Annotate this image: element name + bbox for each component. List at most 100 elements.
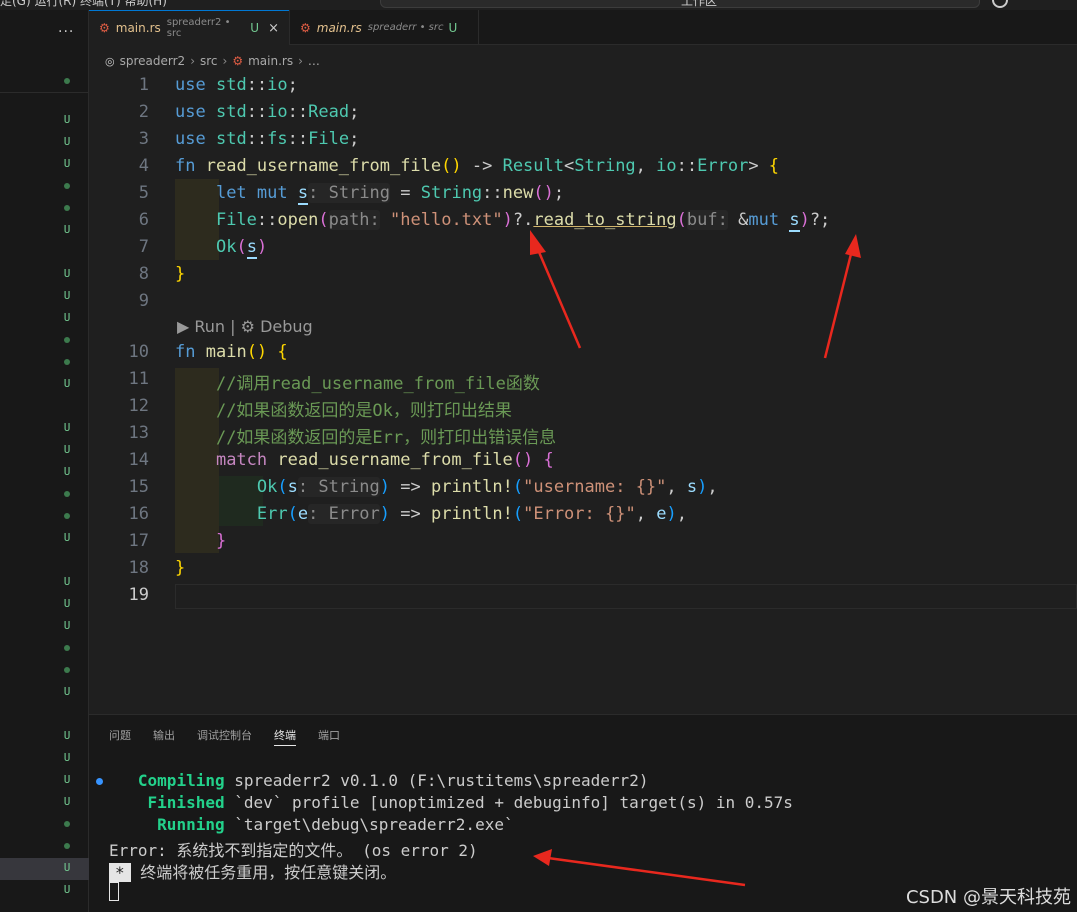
tab-main-rs-spreaderr2[interactable]: ⚙ main.rs spreaderr2 • src U × <box>89 10 289 45</box>
terminal-line-compiling: Compiling spreaderr2 v0.1.0 (F:\rustitem… <box>137 771 649 790</box>
git-status-marker: U <box>63 751 71 764</box>
git-status-marker: U <box>63 597 71 610</box>
git-status-marker: U <box>63 619 71 632</box>
breadcrumb: ◎ spreaderr2 › src › ⚙ main.rs › … <box>105 52 320 70</box>
terminal-line-running: Running `target\debug\spreaderr2.exe` <box>157 815 514 834</box>
comment-12: //如果函数返回的是Ok，则打印出结果 <box>215 401 512 421</box>
tab-debug-console[interactable]: 调试控制台 <box>197 727 252 746</box>
code-line-8: } <box>175 264 186 284</box>
git-status-marker: U <box>63 685 71 698</box>
terminal-line-finished: Finished `dev` profile [unoptimized + de… <box>147 793 793 812</box>
breadcrumb-file[interactable]: main.rs <box>248 54 293 68</box>
code-line-18: } <box>175 558 186 578</box>
line-number: 12 <box>128 396 149 416</box>
line-number: 10 <box>128 342 149 362</box>
breadcrumb-symbol[interactable]: … <box>308 54 320 68</box>
tab-filename: main.rs <box>316 20 362 35</box>
git-status-marker: U <box>63 267 71 280</box>
git-status-marker: U <box>63 289 71 302</box>
code-line-7: Ok(s) <box>215 237 268 259</box>
line-number: 14 <box>128 450 149 470</box>
workspace-title: 工作区 <box>681 0 718 8</box>
git-status-marker: U <box>63 729 71 742</box>
editor-tabs: ⚙ main.rs spreaderr2 • src U × ⚙ main.rs… <box>89 10 1077 45</box>
line-number: 1 <box>138 75 149 95</box>
git-status-marker <box>60 641 74 654</box>
git-status-marker: U <box>63 465 71 478</box>
code-line-1: use std::io; <box>175 75 298 95</box>
tab-problems[interactable]: 问题 <box>109 727 131 746</box>
git-status-marker <box>60 333 74 346</box>
code-editor[interactable]: 1 2 3 4 5 6 7 8 9 10 11 12 13 14 15 16 17 18 19 use std::i… <box>89 72 1077 712</box>
git-status-marker: U <box>63 311 71 324</box>
breadcrumb-separator: › <box>222 54 228 68</box>
rust-icon: ⚙ <box>300 20 311 35</box>
code-line-16: Err(e: Error) => println!("Error: {}", e… <box>256 504 687 524</box>
watermark: CSDN @景天科技苑 <box>905 887 1071 908</box>
git-status-marker <box>60 201 74 214</box>
command-status-dot[interactable] <box>96 778 103 785</box>
tab-output[interactable]: 输出 <box>153 727 175 746</box>
code-line-15: Ok(s: String) => println!("username: {}"… <box>256 477 718 497</box>
codelens-run-debug[interactable]: ▶ Run | ⚙ Debug <box>177 317 313 336</box>
code-line-4: fn read_username_from_file() -> Result<S… <box>175 156 780 176</box>
comment-13: //如果函数返回的是Err，则打印出错误信息 <box>215 428 557 448</box>
tab-main-rs-spreaderr[interactable]: ⚙ main.rs spreaderr • src U <box>289 10 479 45</box>
breadcrumb-separator: › <box>298 54 303 68</box>
git-status-marker: U <box>63 795 71 808</box>
line-number: 5 <box>138 183 149 203</box>
command-center[interactable]: 工作区 <box>380 0 980 8</box>
breadcrumb-folder[interactable]: src <box>200 54 218 68</box>
git-status-marker <box>60 487 74 500</box>
panel-tabs: 问题 输出 调试控制台 终端 端口 <box>109 727 340 746</box>
account-icon[interactable] <box>992 0 1008 8</box>
git-status-marker <box>60 355 74 368</box>
bottom-panel: 问题 输出 调试控制台 终端 端口 Compiling spreaderr2 v… <box>89 714 1077 912</box>
git-status-marker: U <box>63 421 71 434</box>
current-line-highlight <box>175 584 1077 609</box>
comment-11: //调用read_username_from_file函数 <box>215 374 540 394</box>
git-status-marker <box>60 663 74 676</box>
git-status-marker: U <box>63 575 71 588</box>
git-status-marker: U <box>63 113 71 126</box>
line-number: 7 <box>138 237 149 257</box>
folder-icon: ◎ <box>105 54 115 68</box>
line-number: 16 <box>128 504 149 524</box>
line-number: 17 <box>128 531 149 551</box>
line-number: 9 <box>138 291 149 311</box>
git-status-marker <box>60 839 74 852</box>
code-line-17: } <box>215 531 227 551</box>
git-status-marker <box>60 179 74 192</box>
code-line-13: //如果函数返回的是Err，则打印出错误信息 <box>175 423 556 448</box>
code-line-3: use std::fs::File; <box>175 129 360 149</box>
tab-filename: main.rs <box>115 21 161 35</box>
title-bar: 走(G) 运行(R) 终端(T) 帮助(H) 工作区 <box>0 0 1077 10</box>
tab-terminal[interactable]: 终端 <box>274 727 296 746</box>
explorer-sidebar: ··· UUUUUUUUUUUUUUUUUUUUUU <box>0 10 89 912</box>
close-icon[interactable]: × <box>268 21 279 36</box>
tab-ports[interactable]: 端口 <box>318 727 340 746</box>
git-status-marker: U <box>63 223 71 236</box>
line-number: 19 <box>128 585 149 605</box>
git-status-marker: U <box>63 861 71 874</box>
tab-description: spreaderr2 • src <box>166 17 231 39</box>
git-status-marker: U <box>63 157 71 170</box>
selected-file-row[interactable] <box>0 858 89 880</box>
more-actions-icon[interactable]: ··· <box>58 24 74 40</box>
tab-description: spreaderr • src <box>367 22 444 33</box>
code-line-11: //调用read_username_from_file函数 <box>175 369 540 394</box>
tab-git-status: U <box>250 21 260 35</box>
code-line-14: match read_username_from_file() { <box>215 450 554 470</box>
breadcrumb-root[interactable]: spreaderr2 <box>120 54 186 68</box>
code-line-10: fn main() { <box>175 342 288 362</box>
line-number: 2 <box>138 102 149 122</box>
code-line-12: //如果函数返回的是Ok，则打印出结果 <box>175 396 512 421</box>
code-line-5: let mut s: String = String::new(); <box>215 183 565 205</box>
git-status-marker: U <box>63 443 71 456</box>
line-number: 15 <box>128 477 149 497</box>
line-number: 13 <box>128 423 149 443</box>
line-number: 4 <box>138 156 149 176</box>
menu-bar[interactable]: 走(G) 运行(R) 终端(T) 帮助(H) <box>0 0 167 9</box>
code-line-6: File::open(path: "hello.txt")?.read_to_s… <box>215 210 831 232</box>
line-number: 3 <box>138 129 149 149</box>
